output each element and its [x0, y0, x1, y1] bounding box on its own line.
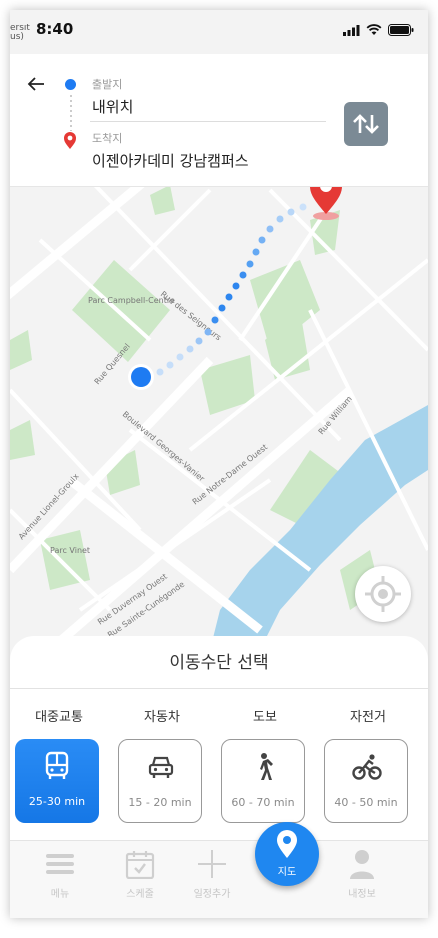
mode-label-bicycle: 자전거: [350, 710, 386, 725]
swap-arrows-icon: [353, 114, 379, 134]
tab-schedule-label: 스케줄: [126, 889, 154, 900]
tab-menu[interactable]: 메뉴: [30, 849, 90, 900]
tab-add-schedule[interactable]: 일정추가: [182, 849, 242, 900]
status-bar: ersity us) 8:40: [10, 10, 428, 54]
plus-icon: [198, 850, 226, 878]
mode-time-bicycle: 40 - 50 min: [334, 796, 398, 809]
signal-icon: [343, 24, 360, 36]
back-arrow-icon[interactable]: [24, 72, 48, 96]
end-label: 도착지: [92, 132, 123, 145]
route-header: 출발지 내위치 도착지 이젠아카데미 강남캠퍼스: [10, 54, 428, 187]
walk-icon: [260, 753, 273, 780]
person-icon: [350, 850, 374, 879]
start-input[interactable]: 내위치: [92, 96, 133, 117]
battery-icon: [388, 24, 414, 36]
mode-label-walk: 도보: [253, 710, 277, 725]
mode-time-transit: 25-30 min: [28, 795, 86, 808]
start-dot-icon: [65, 79, 76, 90]
mode-card-bicycle[interactable]: 40 - 50 min: [324, 739, 408, 823]
start-label: 출발지: [92, 78, 123, 91]
mode-time-car: 15 - 20 min: [128, 796, 192, 809]
tab-profile-label: 내정보: [348, 889, 376, 900]
wifi-icon: [366, 24, 382, 35]
tab-schedule[interactable]: 스케줄: [110, 849, 170, 900]
sheet-title: 이동수단 선택: [169, 653, 269, 673]
status-carrier: ersity us): [10, 24, 30, 42]
tab-add-schedule-label: 일정추가: [193, 889, 231, 900]
tab-map[interactable]: 지도: [255, 822, 319, 886]
sheet-divider: [10, 688, 428, 689]
phone-screen: Parc Campbell-Centre Rue des Seigneurs R…: [10, 10, 428, 918]
swap-route-button[interactable]: [344, 102, 388, 146]
bus-icon: [45, 751, 69, 779]
map-label-parc-vinet: Parc Vinet: [50, 546, 90, 555]
mode-card-transit[interactable]: 25-30 min: [15, 739, 99, 823]
route-connector: [70, 95, 72, 131]
mode-card-car[interactable]: 15 - 20 min: [118, 739, 202, 823]
calendar-icon: [125, 851, 155, 880]
map-pin-icon: [277, 830, 297, 858]
mode-label-transit: 대중교통: [35, 710, 83, 725]
crosshair-icon: [365, 576, 401, 612]
field-divider: [90, 121, 326, 122]
my-location-button[interactable]: [355, 566, 411, 622]
mode-label-car: 자동차: [144, 710, 180, 725]
destination-small-pin-icon: [64, 132, 76, 149]
car-icon: [148, 756, 174, 778]
tab-bar: 메뉴 스케줄 일정추가 내정보: [10, 840, 428, 918]
tab-menu-label: 메뉴: [50, 889, 70, 900]
mode-time-walk: 60 - 70 min: [231, 796, 295, 809]
tab-profile[interactable]: 내정보: [332, 849, 392, 900]
status-time: 8:40: [36, 20, 74, 38]
mode-card-walk[interactable]: 60 - 70 min: [221, 739, 305, 823]
menu-icon: [46, 854, 74, 874]
bicycle-icon: [352, 754, 382, 780]
tab-map-label: 지도: [277, 867, 297, 878]
end-input[interactable]: 이젠아카데미 강남캠퍼스: [92, 150, 249, 171]
